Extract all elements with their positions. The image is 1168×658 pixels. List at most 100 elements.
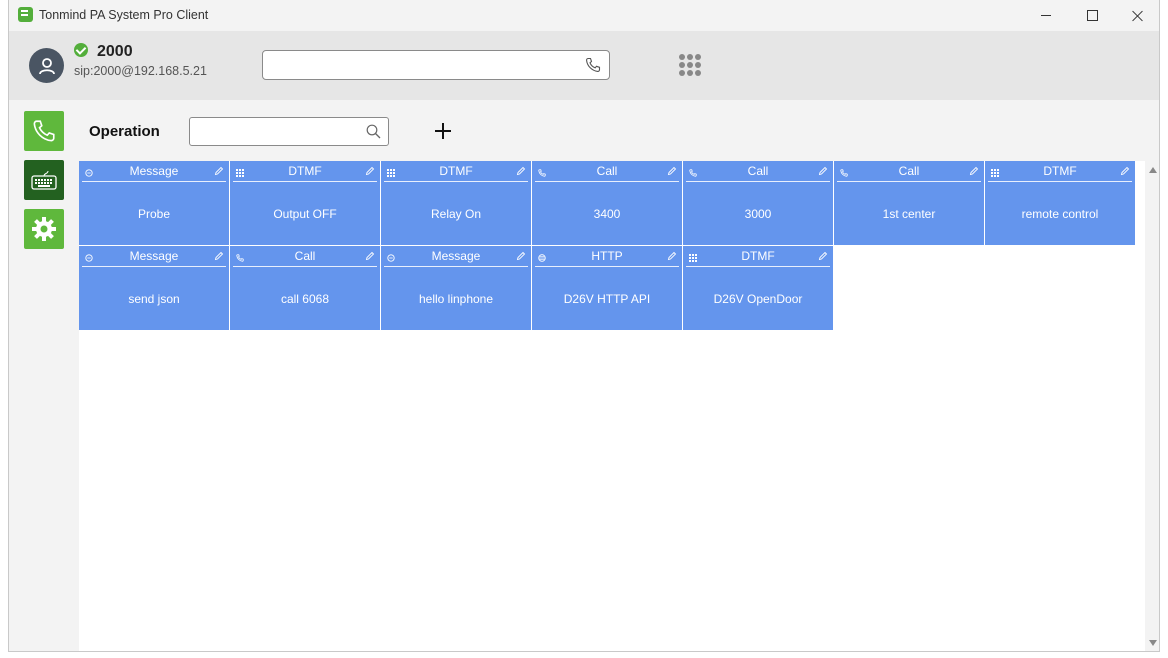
tile-type-label: Call xyxy=(898,164,920,178)
tile-name-label: D26V HTTP API xyxy=(563,292,651,306)
edit-icon[interactable] xyxy=(365,165,375,176)
phone-icon xyxy=(236,251,244,262)
avatar[interactable] xyxy=(29,48,64,83)
dial-input[interactable] xyxy=(262,50,610,80)
operation-tile[interactable]: Message Probe xyxy=(79,161,229,245)
sidebar-item-operation[interactable] xyxy=(24,160,64,200)
tile-list: Message Probe DTMF Output OFF DTMF Relay On Ca… xyxy=(79,161,1136,330)
tile-type-label: Message xyxy=(129,249,179,263)
app-logo-icon xyxy=(18,7,33,22)
operation-tile[interactable]: DTMF Output OFF xyxy=(230,161,380,245)
tile-type-label: Call xyxy=(596,164,618,178)
page-title: Operation xyxy=(89,123,160,140)
operation-grid: Message Probe DTMF Output OFF DTMF Relay On Ca… xyxy=(79,161,1145,651)
close-button[interactable] xyxy=(1115,0,1159,31)
operation-tile[interactable]: Call 3400 xyxy=(532,161,682,245)
edit-icon[interactable] xyxy=(667,250,677,261)
sip-uri: sip:2000@192.168.5.21 xyxy=(74,64,207,78)
keypad-icon xyxy=(387,166,395,177)
keypad-icon xyxy=(991,166,999,177)
phone-icon xyxy=(689,166,697,177)
user-icon xyxy=(38,57,55,74)
title-bar: Tonmind PA System Pro Client xyxy=(9,0,1159,31)
keyboard-icon xyxy=(31,170,57,190)
edit-icon[interactable] xyxy=(214,165,224,176)
operation-tile[interactable]: DTMF Relay On xyxy=(381,161,531,245)
edit-icon[interactable] xyxy=(667,165,677,176)
tile-name-label: D26V OpenDoor xyxy=(713,292,803,306)
tile-type-label: DTMF xyxy=(288,164,322,178)
edit-icon[interactable] xyxy=(365,250,375,261)
edit-icon[interactable] xyxy=(969,165,979,176)
account-header: 2000 sip:2000@192.168.5.21 xyxy=(9,31,1159,100)
edit-icon[interactable] xyxy=(818,165,828,176)
phone-icon xyxy=(840,166,848,177)
keypad-icon xyxy=(236,166,244,177)
operation-tile[interactable]: DTMF D26V OpenDoor xyxy=(683,246,833,330)
add-operation-button[interactable] xyxy=(433,121,453,141)
tile-type-header: Message xyxy=(384,246,528,267)
operation-tile[interactable]: Message send json xyxy=(79,246,229,330)
maximize-icon xyxy=(1086,10,1098,21)
tile-type-header: DTMF xyxy=(988,161,1132,182)
tile-type-header: Call xyxy=(837,161,981,182)
tile-name-label: Output OFF xyxy=(273,207,337,221)
scroll-down-icon[interactable] xyxy=(1149,640,1157,646)
vertical-scrollbar[interactable] xyxy=(1146,161,1159,651)
tile-type-label: Call xyxy=(294,249,316,263)
phone-icon xyxy=(33,120,55,142)
operation-tile[interactable]: Message hello linphone xyxy=(381,246,531,330)
edit-icon[interactable] xyxy=(214,250,224,261)
scroll-up-icon[interactable] xyxy=(1149,167,1157,173)
operation-tile[interactable]: DTMF remote control xyxy=(985,161,1135,245)
tile-name-label: 3400 xyxy=(593,207,621,221)
minimize-button[interactable] xyxy=(1023,0,1069,31)
tile-name-label: send json xyxy=(128,292,180,306)
edit-icon[interactable] xyxy=(1120,165,1130,176)
tile-type-header: Call xyxy=(535,161,679,182)
app-window: Tonmind PA System Pro Client 2000 sip:20… xyxy=(8,0,1160,652)
tile-type-header: Call xyxy=(686,161,830,182)
close-icon xyxy=(1132,10,1144,22)
maximize-button[interactable] xyxy=(1069,0,1115,31)
operation-tile[interactable]: HTTP D26V HTTP API xyxy=(532,246,682,330)
edit-icon[interactable] xyxy=(516,250,526,261)
tile-type-header: Call xyxy=(233,246,377,267)
user-number: 2000 xyxy=(97,43,133,60)
tile-type-label: Call xyxy=(747,164,769,178)
tile-type-label: DTMF xyxy=(741,249,775,263)
dialpad-icon[interactable] xyxy=(679,54,701,76)
http-icon xyxy=(538,251,546,262)
status-online-icon xyxy=(74,43,88,57)
window-title: Tonmind PA System Pro Client xyxy=(39,8,209,22)
minimize-icon xyxy=(1041,15,1051,16)
tile-type-label: DTMF xyxy=(1043,164,1077,178)
tile-type-label: HTTP xyxy=(591,249,623,263)
edit-icon[interactable] xyxy=(818,250,828,261)
phone-icon[interactable] xyxy=(585,57,601,73)
operation-tile[interactable]: Call 3000 xyxy=(683,161,833,245)
search-input[interactable] xyxy=(189,117,389,146)
gear-icon xyxy=(32,217,56,241)
tile-name-label: 1st center xyxy=(882,207,936,221)
operation-tile[interactable]: Call 1st center xyxy=(834,161,984,245)
message-icon xyxy=(85,251,93,262)
sidebar-item-call[interactable] xyxy=(24,111,64,151)
search-icon[interactable] xyxy=(366,124,381,139)
tile-name-label: Relay On xyxy=(430,207,482,221)
tile-type-header: Message xyxy=(82,246,226,267)
tile-type-label: DTMF xyxy=(439,164,473,178)
message-icon xyxy=(85,166,93,177)
keypad-icon xyxy=(689,251,697,262)
tile-name-label: hello linphone xyxy=(418,292,494,306)
tile-name-label: remote control xyxy=(1021,207,1099,221)
tile-type-header: HTTP xyxy=(535,246,679,267)
tile-type-header: Message xyxy=(82,161,226,182)
sidebar-item-settings[interactable] xyxy=(24,209,64,249)
tile-name-label: Probe xyxy=(137,207,171,221)
message-icon xyxy=(387,251,395,262)
phone-icon xyxy=(538,166,546,177)
edit-icon[interactable] xyxy=(516,165,526,176)
operation-tile[interactable]: Call call 6068 xyxy=(230,246,380,330)
tile-type-header: DTMF xyxy=(384,161,528,182)
